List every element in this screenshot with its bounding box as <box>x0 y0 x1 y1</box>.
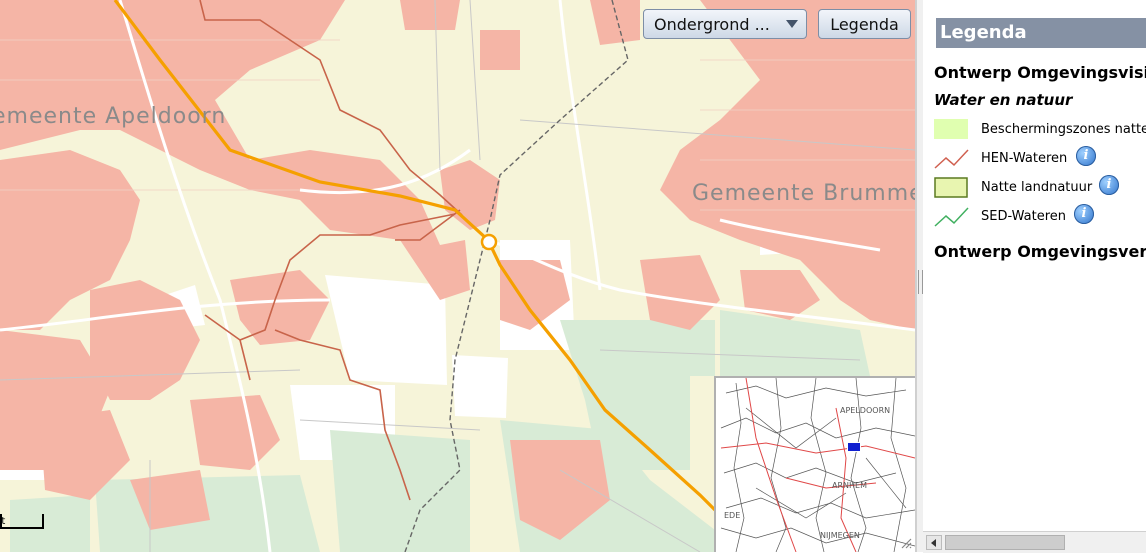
overview-label-arnhem: ARNHEM <box>832 481 867 490</box>
municipality-label-brummen: Gemeente Brummen <box>692 181 916 206</box>
chevron-down-icon <box>786 20 798 28</box>
municipality-label-apeldoorn: emeente Apeldoorn <box>0 104 227 129</box>
overview-label-ede: EDE <box>724 511 740 520</box>
legend-item-label: Natte landnatuur <box>981 180 1093 195</box>
scroll-left-arrow-icon[interactable] <box>926 535 942 550</box>
info-icon[interactable]: i <box>1099 175 1119 195</box>
scale-bar: ft <box>0 498 50 538</box>
legend-item-natte-landnatuur: Natte landnatuur i <box>934 175 1146 200</box>
legend-item-sed-wateren: SED-Wateren i <box>934 204 1146 229</box>
legend-item-hen-wateren: HEN-Wateren i <box>934 146 1146 171</box>
resize-grip-icon[interactable] <box>900 537 912 549</box>
legend-layer-title-verordening: Ontwerp Omgevingsverordening <box>934 242 1146 261</box>
legend-group-title: Water en natuur <box>934 91 1073 109</box>
overview-map-canvas: APELDOORN ARNHEM NIJMEGEN EDE <box>716 378 915 552</box>
scale-bar-label: ft <box>0 516 6 527</box>
info-icon[interactable]: i <box>1076 146 1096 166</box>
legend-toggle-button[interactable]: Legenda <box>818 9 911 39</box>
legend-panel: Legenda Ontwerp Omgevingsvisie Water en … <box>923 0 1146 552</box>
overview-map[interactable]: APELDOORN ARNHEM NIJMEGEN EDE <box>714 376 915 552</box>
map-viewer[interactable]: emeente Apeldoorn Gemeente Brummen Onder… <box>0 0 916 552</box>
panel-splitter[interactable] <box>916 0 923 552</box>
fill-swatch-light-green-icon <box>934 119 968 139</box>
scale-bar-line <box>0 514 44 529</box>
legend-item-label: Beschermingszones natte natuur <box>981 122 1146 137</box>
info-icon[interactable]: i <box>1074 204 1094 224</box>
overview-extent-box[interactable] <box>847 442 861 452</box>
basemap-select-value: Ondergrond ... <box>654 14 770 34</box>
legend-header: Legenda <box>936 18 1146 48</box>
legend-item-label: SED-Wateren <box>981 209 1067 224</box>
fill-swatch-green-outline-icon <box>934 177 968 198</box>
scrollbar-thumb[interactable] <box>945 535 1065 550</box>
overview-label-apeldoorn: APELDOORN <box>840 406 890 415</box>
overview-label-nijmegen: NIJMEGEN <box>820 531 860 540</box>
legend-layer-title-visie: Ontwerp Omgevingsvisie <box>934 63 1146 82</box>
line-swatch-red-icon <box>934 149 969 169</box>
legend-item-beschermingszones: Beschermingszones natte natuur <box>934 118 1146 142</box>
line-swatch-green-icon <box>934 207 969 227</box>
legend-horizontal-scrollbar[interactable] <box>923 531 1146 553</box>
basemap-select[interactable]: Ondergrond ... <box>643 9 807 39</box>
legend-item-label: HEN-Wateren <box>981 151 1068 166</box>
